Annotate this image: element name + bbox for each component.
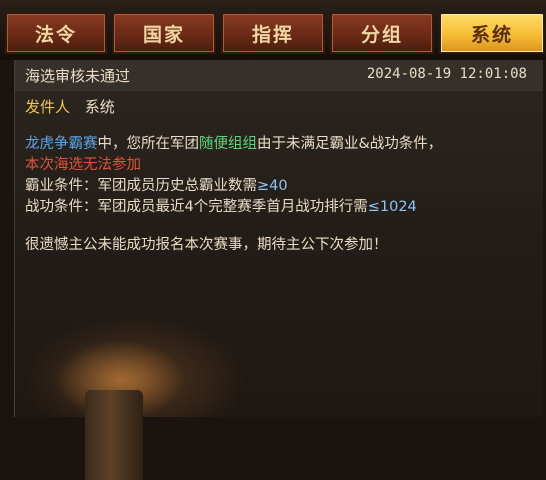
mail-body: 龙虎争霸赛中，您所在军团随便组组由于未满足霸业&战功条件， 本次海选无法参加 霸… [25,134,525,256]
sender-value: 系统 [84,98,115,116]
sender-row: 发件人 系统 [25,96,115,117]
tab-command[interactable]: 指挥 [221,12,325,54]
body-line-4-condition: 战功条件：军团成员最近4个完整赛季首月战功排行需≤1024 [25,197,525,218]
tab-label: 国家 [142,23,185,46]
group-name: 随便组组 [199,136,257,152]
sender-label: 发件人 [25,98,71,116]
body-closing: 很遗憾主公未能成功报名本次赛事，期待主公下次参加！ [25,237,388,253]
body-line-1: 龙虎争霸赛中，您所在军团随便组组由于未满足霸业&战功条件， [25,134,525,155]
tab-label: 法令 [34,23,77,46]
condition-value: ≥40 [257,178,288,194]
body-line-3-condition: 霸业条件：军团成员历史总霸业数需≥40 [25,176,525,197]
mail-title: 海选审核未通过 [25,67,131,85]
condition-value: ≤1024 [367,199,417,215]
tab-nation[interactable]: 国家 [112,12,216,54]
body-text-segment: 中，您所在军团 [97,136,200,152]
condition-text: 战功条件：军团成员最近4个完整赛季首月战功排行需 [25,199,368,215]
mail-timestamp: 2024-08-19 12:01:08 [366,66,527,82]
body-line-2-warning: 本次海选无法参加 [25,157,141,173]
tab-group[interactable]: 分组 [330,12,434,54]
torch-post-decoration [85,390,143,480]
mail-panel: 海选审核未通过 2024-08-19 12:01:08 发件人 系统 龙虎争霸赛… [14,60,543,480]
mail-header: 海选审核未通过 2024-08-19 12:01:08 [15,60,543,91]
tab-label: 分组 [360,23,403,46]
tab-bar: 法令 国家 指挥 分组 系统 [0,0,546,60]
condition-text: 霸业条件：军团成员历史总霸业数需 [25,178,257,194]
body-text-segment: 由于未满足霸业&战功条件， [257,136,443,152]
tab-label: 指挥 [251,23,294,46]
tab-decree[interactable]: 法令 [5,12,107,54]
tab-system[interactable]: 系统 [439,12,545,54]
event-name: 龙虎争霸赛 [25,136,98,152]
tab-label: 系统 [470,23,513,46]
